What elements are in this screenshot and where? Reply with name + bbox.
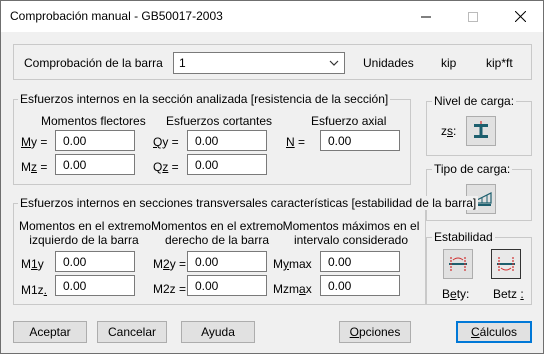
- bar-select[interactable]: 1: [173, 52, 345, 74]
- accept-button[interactable]: Aceptar: [13, 321, 87, 343]
- maximize-icon: [468, 11, 478, 22]
- load-level-button[interactable]: [466, 116, 496, 146]
- bar-label: Comprobación de la barra: [24, 56, 163, 70]
- minimize-icon: [421, 16, 431, 17]
- zs-label: zs:: [441, 124, 457, 138]
- m1z-label: M1z.: [21, 283, 48, 297]
- qz-input[interactable]: 0.00: [187, 154, 267, 175]
- qy-input[interactable]: 0.00: [187, 130, 267, 151]
- bar-select-value: 1: [179, 56, 186, 70]
- cancel-button[interactable]: Cancelar: [97, 321, 167, 343]
- load-level-legend: Nivel de carga:: [432, 94, 517, 108]
- mz-input[interactable]: 0.00: [55, 154, 135, 175]
- axial-force-title: Esfuerzo axial: [311, 114, 387, 128]
- units-label: Unidades: [363, 56, 414, 70]
- minimize-button[interactable]: [403, 1, 449, 32]
- m2z-input[interactable]: 0.00: [187, 275, 267, 296]
- bety-label: Bety:: [442, 287, 470, 301]
- unit-force: kip: [441, 56, 457, 70]
- bety-button[interactable]: [443, 249, 473, 279]
- left-end-title: Momentos en el extremo izquierdo de la b…: [19, 219, 152, 247]
- qy-label: Qy =: [153, 135, 179, 149]
- max-moments-title: Momentos máximos en el intervalo conside…: [282, 219, 420, 247]
- m1z-input[interactable]: 0.00: [55, 275, 135, 296]
- help-button[interactable]: Ayuda: [181, 321, 255, 343]
- maximize-button[interactable]: [450, 1, 496, 32]
- betz-button[interactable]: [491, 249, 521, 279]
- title-bar: Comprobación manual - GB50017-2003: [1, 1, 543, 32]
- bending-moments-title: Momentos flectores: [41, 114, 146, 128]
- m1y-input[interactable]: 0.00: [55, 251, 135, 272]
- m2z-label: M2z =: [153, 282, 187, 296]
- close-button[interactable]: [497, 1, 543, 32]
- chevron-down-icon: [329, 60, 339, 66]
- mymax-label: Mymax: [273, 257, 312, 271]
- bety-beam-icon: [449, 257, 467, 271]
- m2y-label: M2y =: [153, 257, 187, 271]
- calculations-button[interactable]: Cálculos: [456, 321, 532, 343]
- stability-forces-legend: Esfuerzos internos en secciones transver…: [18, 196, 479, 210]
- my-input[interactable]: 0.00: [55, 130, 135, 151]
- m2y-input[interactable]: 0.00: [187, 251, 267, 272]
- mzmax-input[interactable]: 0.00: [320, 275, 400, 296]
- mymax-input[interactable]: 0.00: [320, 251, 400, 272]
- shear-forces-title: Esfuerzos cortantes: [166, 114, 273, 128]
- ibeam-load-icon: [474, 121, 488, 138]
- mz-label: Mz =: [21, 160, 48, 174]
- right-end-title: Momentos en el extremo derecho de la bar…: [151, 219, 284, 247]
- qz-label: Qz =: [153, 160, 179, 174]
- unit-moment: kip*ft: [486, 56, 513, 70]
- window-title: Comprobación manual - GB50017-2003: [10, 9, 223, 23]
- mzmax-label: Mzmax: [273, 282, 312, 296]
- dialog-window: Comprobación manual - GB50017-2003 Compr…: [0, 0, 544, 354]
- section-forces-legend: Esfuerzos internos en la sección analiza…: [18, 92, 391, 106]
- betz-label: Betz :: [493, 287, 524, 301]
- n-input[interactable]: 0.00: [320, 130, 400, 151]
- m1y-label: M1y: [21, 257, 44, 271]
- betz-beam-icon: [497, 257, 515, 271]
- load-type-legend: Tipo de carga:: [432, 162, 513, 176]
- my-label: My =: [21, 135, 48, 149]
- close-icon: [514, 11, 526, 22]
- n-label: N =: [286, 135, 306, 149]
- stability-legend: Estabilidad: [432, 230, 495, 244]
- options-button[interactable]: Opciones: [339, 321, 411, 343]
